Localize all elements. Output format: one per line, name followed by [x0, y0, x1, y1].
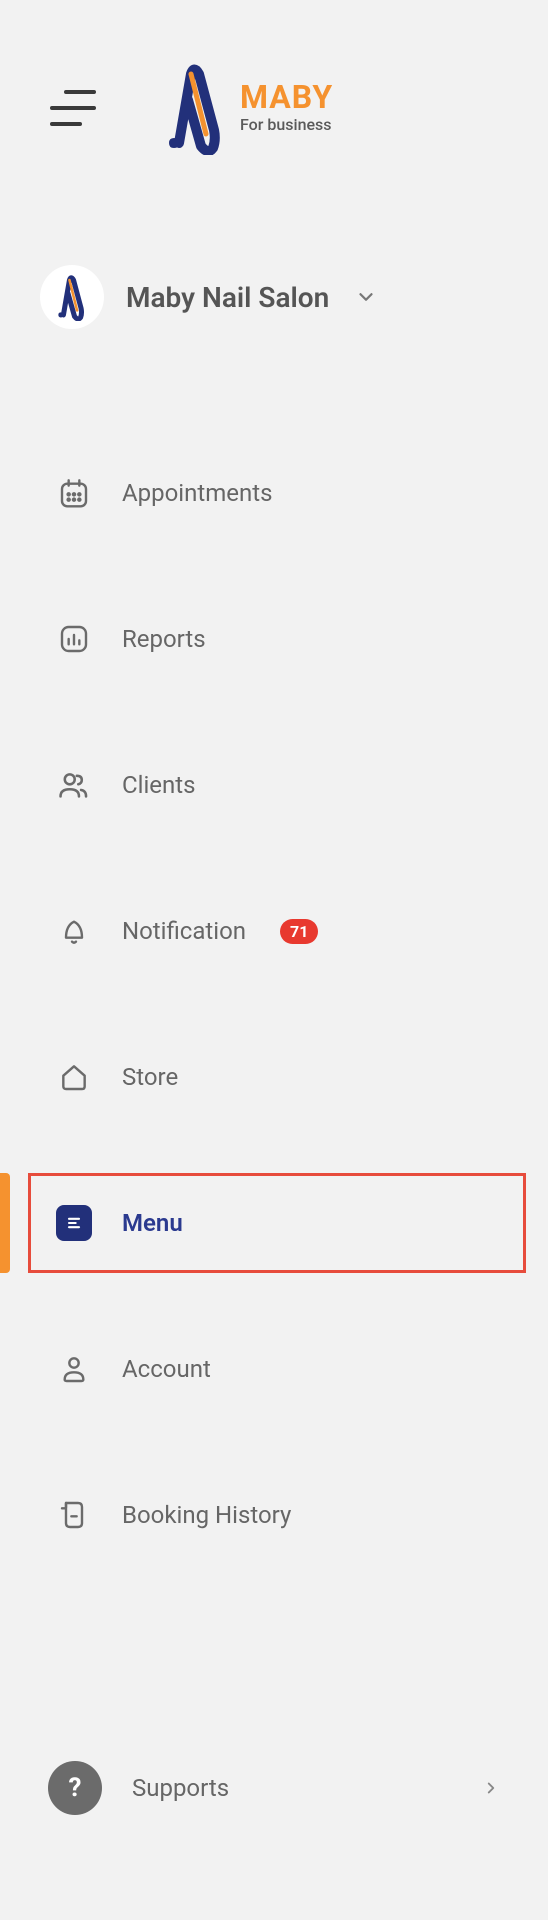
nav-label: Menu — [122, 1209, 183, 1237]
menu-icon — [56, 1205, 92, 1241]
brand-subtitle: For business — [240, 117, 333, 134]
salon-name: Maby Nail Salon — [126, 281, 329, 314]
active-indicator — [0, 1173, 10, 1273]
nav-item-booking-history[interactable]: Booking History — [0, 1471, 548, 1559]
nav-item-store[interactable]: Store — [0, 1033, 548, 1121]
nav-item-notification[interactable]: Notification 71 — [0, 887, 548, 975]
brand-name: MABY — [240, 81, 333, 115]
nav-item-menu[interactable]: Menu — [0, 1179, 548, 1267]
home-icon — [56, 1059, 92, 1095]
chart-icon — [56, 621, 92, 657]
nav-label: Reports — [122, 625, 206, 653]
nav-label: Account — [122, 1355, 211, 1383]
salon-avatar — [40, 265, 104, 329]
chevron-right-icon — [482, 1774, 500, 1802]
document-icon — [56, 1497, 92, 1533]
nav-item-account[interactable]: Account — [0, 1325, 548, 1413]
nav-label: Clients — [122, 771, 196, 799]
header: MABY For business — [0, 0, 548, 155]
nav-item-appointments[interactable]: Appointments — [0, 449, 548, 537]
salon-selector[interactable]: Maby Nail Salon — [0, 265, 548, 329]
supports-button[interactable]: ? Supports — [0, 1761, 548, 1815]
calendar-icon — [56, 475, 92, 511]
app-logo: MABY For business — [166, 60, 333, 155]
nav-label: Booking History — [122, 1501, 291, 1529]
hamburger-menu-button[interactable] — [50, 90, 96, 126]
supports-label: Supports — [132, 1774, 452, 1802]
chevron-down-icon — [355, 286, 377, 308]
notification-badge: 71 — [280, 919, 318, 944]
nav-label: Store — [122, 1063, 178, 1091]
nav-item-reports[interactable]: Reports — [0, 595, 548, 683]
maby-logo-icon — [55, 273, 89, 321]
highlight-frame — [28, 1173, 526, 1273]
nav-item-clients[interactable]: Clients — [0, 741, 548, 829]
maby-logo-icon — [166, 60, 226, 155]
user-icon — [56, 1351, 92, 1387]
nav-label: Appointments — [122, 479, 273, 507]
users-icon — [56, 767, 92, 803]
sidebar-nav: Appointments Reports Clients — [0, 449, 548, 1559]
bell-icon — [56, 913, 92, 949]
help-icon: ? — [48, 1761, 102, 1815]
nav-label: Notification — [122, 917, 246, 945]
